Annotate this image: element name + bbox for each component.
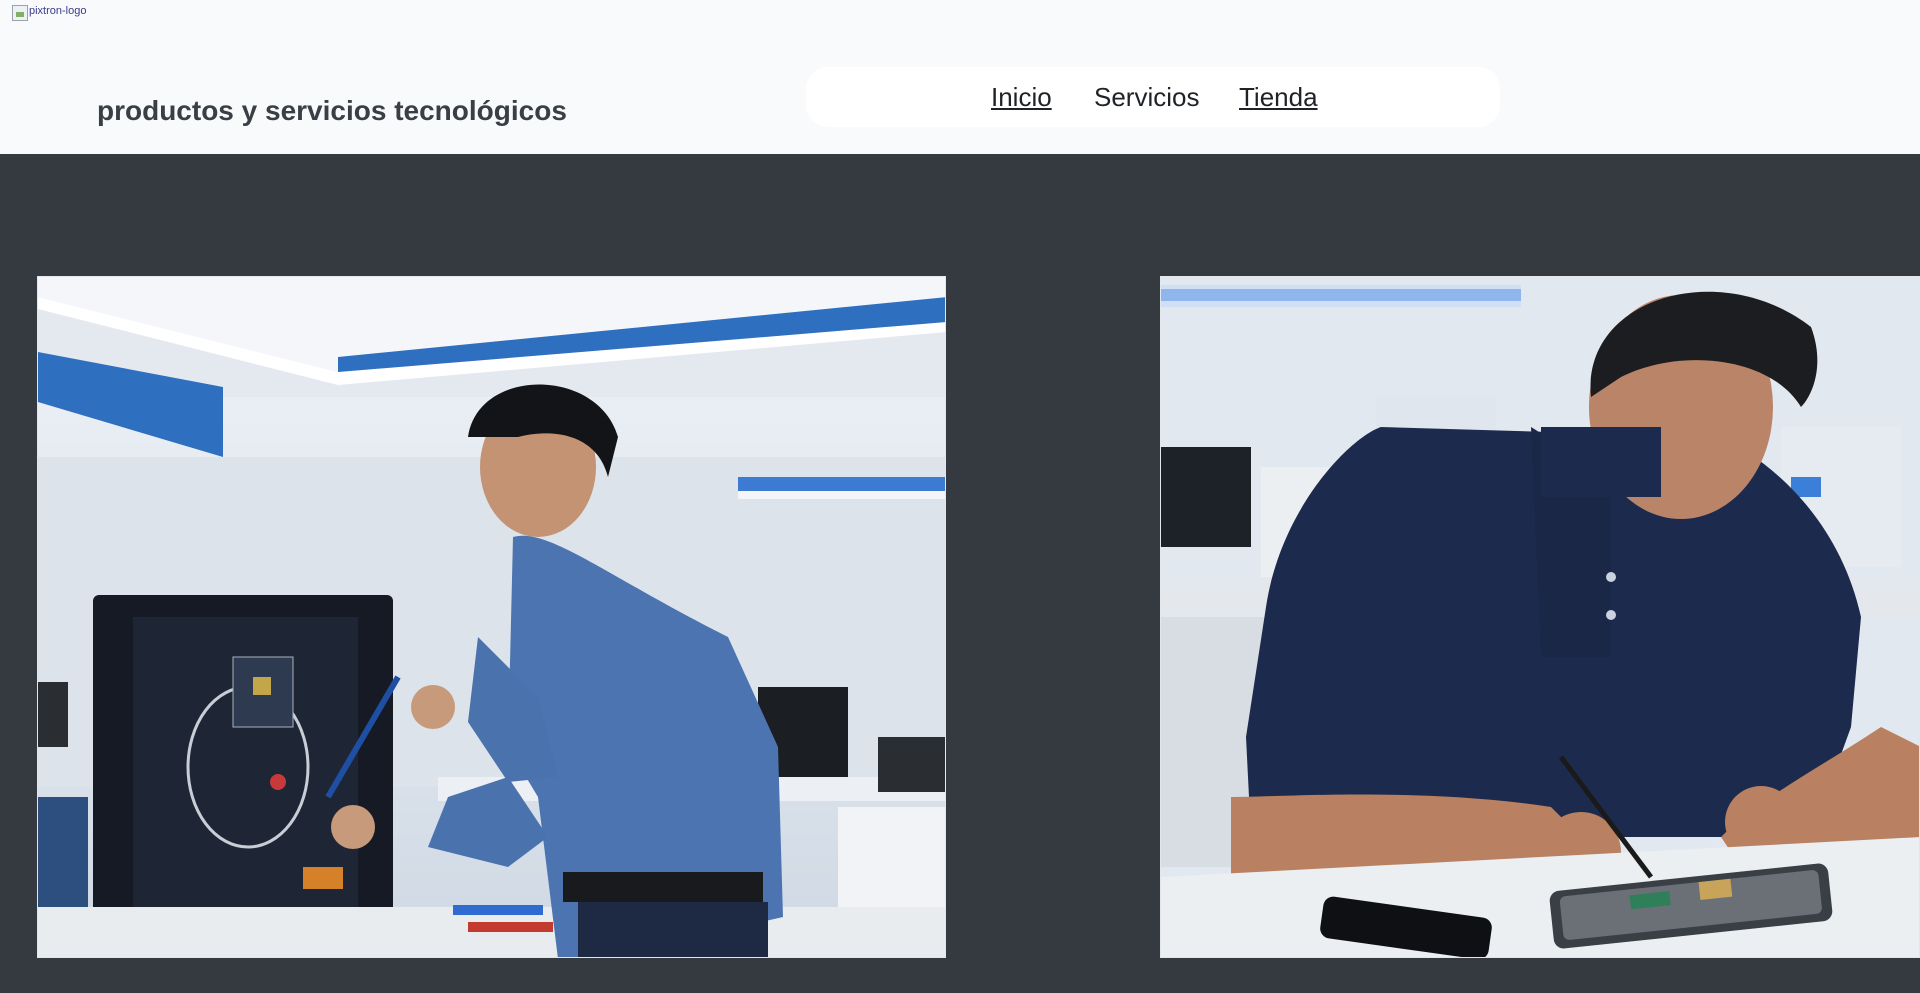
site-header: pixtron-logo productos y servicios tecno… [0,0,1920,154]
broken-image-icon [12,5,28,21]
logo-alt-text: pixtron-logo [29,5,87,17]
technician-repairing-smartphone-icon [1161,277,1919,957]
nav-link-servicios[interactable]: Servicios [1094,82,1199,113]
technician-repairing-monitor-icon [38,277,945,957]
site-tagline: productos y servicios tecnológicos [97,95,567,126]
logo[interactable]: pixtron-logo [12,5,86,21]
photo-technician-smartphone [1160,276,1920,958]
nav-link-tienda[interactable]: Tienda [1239,82,1318,113]
nav-link-inicio[interactable]: Inicio [991,82,1052,113]
photo-technician-monitor [37,276,946,958]
